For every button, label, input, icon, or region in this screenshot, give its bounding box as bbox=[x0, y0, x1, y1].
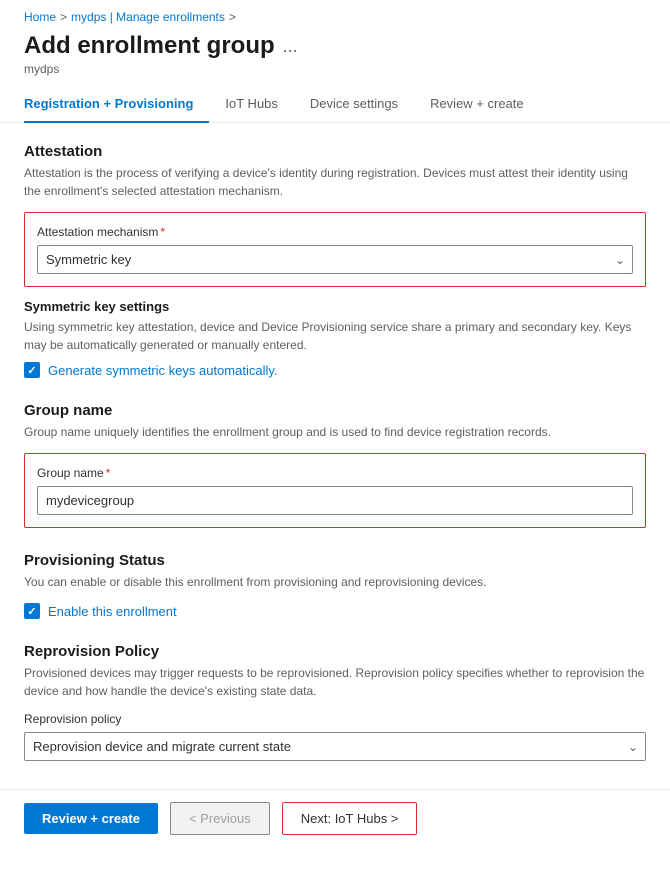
page-subtitle: mydps bbox=[24, 62, 646, 84]
symmetric-key-description: Using symmetric key attestation, device … bbox=[24, 318, 646, 354]
breadcrumb-home[interactable]: Home bbox=[24, 10, 56, 24]
reprovision-policy-select[interactable]: Reprovision device and migrate current s… bbox=[24, 732, 646, 761]
tab-devicesettings[interactable]: Device settings bbox=[310, 88, 414, 123]
group-name-field-group: Group name* bbox=[24, 453, 646, 528]
previous-button[interactable]: < Previous bbox=[170, 802, 270, 835]
attestation-mechanism-select-wrapper: Symmetric key X.509 certificates TPM ⌄ bbox=[37, 245, 633, 274]
next-iothubs-button[interactable]: Next: IoT Hubs > bbox=[282, 802, 418, 835]
breadcrumb-sep1: > bbox=[60, 10, 67, 24]
attestation-mechanism-group: Attestation mechanism* Symmetric key X.5… bbox=[24, 212, 646, 287]
breadcrumb-mydps[interactable]: mydps | Manage enrollments bbox=[71, 10, 225, 24]
group-name-description: Group name uniquely identifies the enrol… bbox=[24, 423, 646, 441]
reprovision-title: Reprovision Policy bbox=[24, 643, 646, 660]
breadcrumb: Home > mydps | Manage enrollments > bbox=[0, 0, 670, 28]
provisioning-status-section: Provisioning Status You can enable or di… bbox=[24, 552, 646, 619]
group-name-section: Group name Group name uniquely identifie… bbox=[24, 402, 646, 528]
reprovision-select-wrapper: Reprovision device and migrate current s… bbox=[24, 732, 646, 761]
provisioning-status-description: You can enable or disable this enrollmen… bbox=[24, 573, 646, 591]
tab-registration[interactable]: Registration + Provisioning bbox=[24, 88, 209, 123]
attestation-section: Attestation Attestation is the process o… bbox=[24, 143, 646, 378]
attestation-description: Attestation is the process of verifying … bbox=[24, 164, 646, 200]
generate-keys-checkbox[interactable] bbox=[24, 362, 40, 378]
generate-keys-row: Generate symmetric keys automatically. bbox=[24, 362, 646, 378]
provisioning-status-title: Provisioning Status bbox=[24, 552, 646, 569]
generate-keys-label: Generate symmetric keys automatically. bbox=[48, 363, 278, 378]
footer: Review + create < Previous Next: IoT Hub… bbox=[0, 789, 670, 847]
group-name-title: Group name bbox=[24, 402, 646, 419]
enable-enrollment-row: Enable this enrollment bbox=[24, 603, 646, 619]
breadcrumb-sep2: > bbox=[229, 10, 236, 24]
enable-enrollment-label: Enable this enrollment bbox=[48, 604, 177, 619]
reprovision-section: Reprovision Policy Provisioned devices m… bbox=[24, 643, 646, 761]
group-name-input[interactable] bbox=[37, 486, 633, 515]
page-title: Add enrollment group bbox=[24, 32, 275, 60]
tab-reviewcreate[interactable]: Review + create bbox=[430, 88, 540, 123]
tabs-nav: Registration + Provisioning IoT Hubs Dev… bbox=[0, 88, 670, 123]
attestation-mechanism-label: Attestation mechanism* bbox=[37, 225, 633, 239]
group-name-label: Group name* bbox=[37, 466, 633, 480]
symmetric-key-settings: Symmetric key settings Using symmetric k… bbox=[24, 299, 646, 378]
review-create-button[interactable]: Review + create bbox=[24, 803, 158, 834]
page-menu-icon[interactable]: ... bbox=[283, 36, 298, 57]
attestation-title: Attestation bbox=[24, 143, 646, 160]
page-header: Add enrollment group ... mydps bbox=[0, 28, 670, 84]
enable-enrollment-checkbox[interactable] bbox=[24, 603, 40, 619]
tab-iothubs[interactable]: IoT Hubs bbox=[225, 88, 294, 123]
attestation-mechanism-select[interactable]: Symmetric key X.509 certificates TPM bbox=[37, 245, 633, 274]
reprovision-policy-label: Reprovision policy bbox=[24, 712, 646, 726]
symmetric-key-title: Symmetric key settings bbox=[24, 299, 646, 314]
reprovision-description: Provisioned devices may trigger requests… bbox=[24, 664, 646, 700]
